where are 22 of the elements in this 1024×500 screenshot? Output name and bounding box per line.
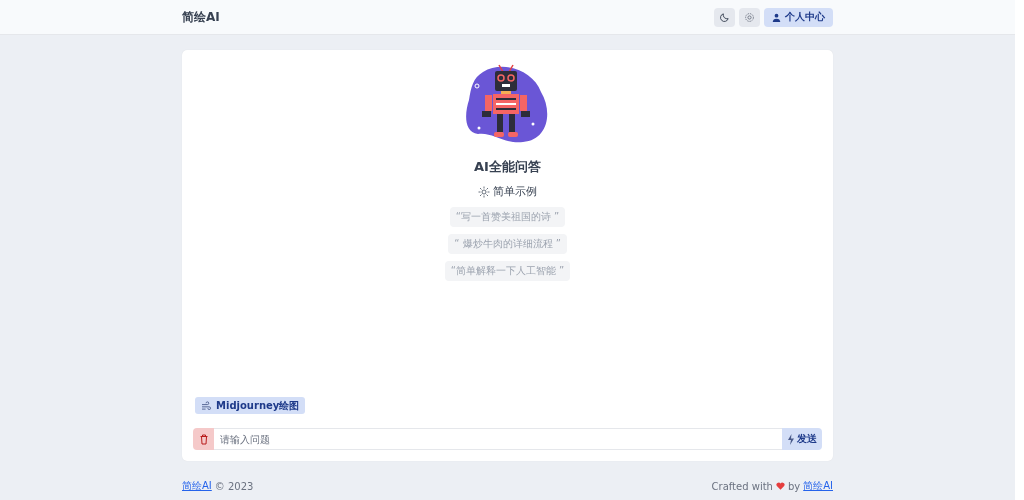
lightning-icon (787, 433, 795, 445)
clear-button[interactable] (193, 428, 214, 450)
question-input[interactable]: 请输入问题 (214, 428, 782, 450)
page-title: AI全能问答 (474, 158, 541, 176)
crafted-text: Crafted with (711, 480, 773, 492)
midjourney-button[interactable]: Midjourney绘图 (195, 397, 306, 414)
trash-icon (198, 433, 209, 445)
sun-icon (478, 185, 490, 198)
wind-icon (201, 401, 212, 410)
by-text: by (787, 480, 801, 492)
brand-link[interactable]: 简绘AI (182, 479, 212, 493)
settings-icon (744, 11, 755, 23)
author-link[interactable]: 简绘AI (803, 479, 833, 493)
dark-mode-button[interactable] (714, 7, 735, 27)
profile-button[interactable]: 个人中心 (764, 7, 833, 27)
heart-icon (775, 482, 785, 490)
copyright-text: © 2023 (214, 480, 254, 492)
send-button[interactable]: 发送 (782, 428, 822, 450)
examples-heading: 简单示例 (493, 184, 537, 199)
moon-icon (719, 11, 730, 23)
user-icon (772, 12, 781, 22)
app-title: 简绘AI (182, 8, 220, 26)
